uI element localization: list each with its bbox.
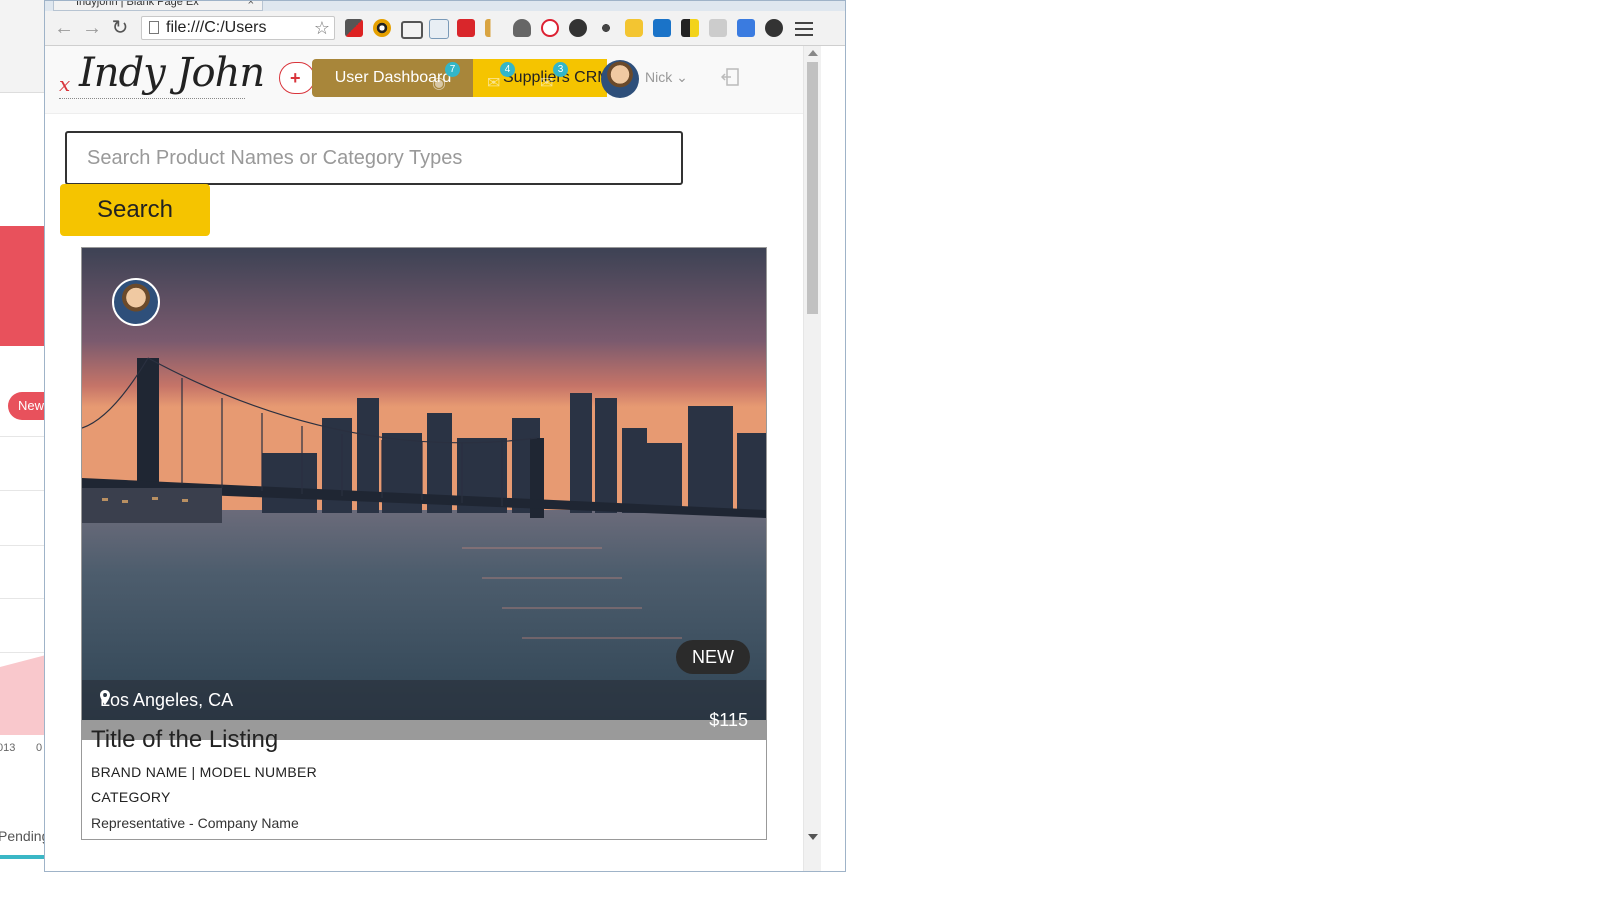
extension-emoji-icon[interactable] [625,19,643,37]
brand-model: BRAND NAME | MODEL NUMBER [91,764,318,780]
logo-mark: x [59,72,71,96]
extension-circle-icon[interactable] [569,19,587,37]
listing-price: $115 [709,710,748,730]
bell-icon[interactable]: ◉ [432,73,446,93]
add-button[interactable]: + [279,62,315,94]
search-button[interactable]: Search [60,184,210,236]
extension-edit-icon[interactable] [429,19,449,39]
extension-eyedropper-icon[interactable] [345,19,363,37]
background-tick-label: 013 [0,742,16,754]
reload-button[interactable]: ↻ [109,17,131,39]
web-page: x Indy John + User Dashboard Suppliers C… [45,46,803,871]
background-area-chart [0,655,46,735]
browser-window: Indyjohn | Blank Page Ex × ← → ↻ file://… [44,0,846,872]
tab-strip: Indyjohn | Blank Page Ex × [45,1,845,11]
search-placeholder: Search Product Names or Category Types [87,147,463,169]
extension-color-icon[interactable] [373,19,391,37]
messages-badge: 4 [500,62,515,77]
back-button[interactable]: ← [53,17,75,39]
site-header: x Indy John + User Dashboard Suppliers C… [45,46,803,114]
address-bar[interactable]: file:///C:/Users ☆ [141,16,335,40]
divider [0,598,46,599]
browser-tab[interactable]: Indyjohn | Blank Page Ex × [53,0,263,11]
listing-category: CATEGORY [91,789,171,805]
background-new-badge: New [8,392,46,420]
divider [0,436,46,437]
inbox-icon[interactable]: ✉ [540,73,553,93]
chevron-down-icon: ⌄ [676,69,688,85]
search-input[interactable]: Search Product Names or Category Types [65,131,683,185]
logo-text: Indy John [79,50,265,96]
scroll-thumb[interactable] [807,62,818,314]
seller-avatar[interactable] [112,278,160,326]
listing-card[interactable]: NEW Los Angeles, CA $115 Title of the Li… [81,247,767,840]
location-bar: Los Angeles, CA [82,680,766,720]
alerts-badge: 3 [553,62,568,77]
divider [0,545,46,546]
background-teal-bar [0,855,46,859]
vertical-scrollbar[interactable] [803,46,821,871]
extension-red-icon[interactable] [457,19,475,37]
background-window-header [0,0,46,93]
page-icon [149,21,159,34]
scroll-up-arrow[interactable] [808,50,818,56]
extension-target-icon[interactable] [765,19,783,37]
browser-toolbar: ← → ↻ file:///C:/Users ☆ [45,11,845,46]
background-pending-label: Pending [0,828,46,844]
cast-icon[interactable] [401,21,423,39]
extension-is-icon[interactable] [653,19,671,37]
envelope-icon[interactable]: ✉ [487,73,500,93]
extension-bug-icon[interactable] [597,19,615,37]
divider [0,490,46,491]
background-red-panel [0,226,46,346]
listing-image[interactable]: NEW Los Angeles, CA [82,248,766,720]
location-label: Los Angeles, CA [100,690,233,711]
logout-icon[interactable] [721,68,739,86]
user-name-menu[interactable]: Nick ⌄ [645,69,688,86]
browser-menu-icon[interactable] [795,18,813,38]
user-name: Nick [645,69,673,85]
extension-ruler-icon[interactable] [485,19,503,37]
site-logo[interactable]: x Indy John [59,50,265,106]
map-pin-icon [100,690,110,705]
tab-close-icon[interactable]: × [248,1,254,10]
logo-underline [59,98,245,99]
bookmark-star-icon[interactable]: ☆ [314,17,330,39]
forward-button[interactable]: → [81,17,103,39]
city-skyline-image [82,248,766,720]
background-tick-label: 0 [36,742,43,754]
extension-ghost-icon[interactable] [513,19,531,37]
representative-company: Representative - Company Name [91,815,299,831]
location-text: Los Angeles, CA [100,690,234,710]
new-badge: NEW [676,640,750,674]
background-window: New 013 0 Pending [0,0,46,900]
tab-title: Indyjohn | Blank Page Ex [76,0,199,8]
divider [0,652,46,653]
extension-css-icon[interactable] [709,19,727,37]
extension-timer-icon[interactable] [541,19,559,37]
notifications-badge: 7 [445,62,460,77]
extension-translate-icon[interactable] [737,19,755,37]
extension-yellow-icon[interactable] [681,19,699,37]
listing-title[interactable]: Title of the Listing [91,726,278,754]
user-avatar[interactable] [601,60,639,98]
scroll-down-arrow[interactable] [808,834,818,840]
address-text: file:///C:/Users [166,19,267,36]
